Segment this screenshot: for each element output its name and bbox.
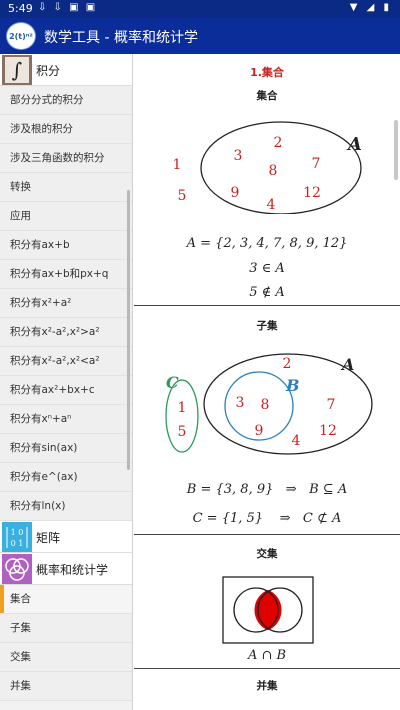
- probability-list: 集合 子集 交集 并集: [0, 585, 132, 701]
- svg-text:∫: ∫: [12, 58, 22, 82]
- section-divider: [134, 534, 400, 535]
- subset-equation-c: C = {1, 5} ⇒ C ⊄ A: [134, 511, 400, 526]
- subset-c-element: 1: [178, 400, 187, 416]
- category-matrix-label: 矩阵: [36, 531, 61, 545]
- union-title: 并集: [256, 680, 278, 692]
- sidebar-item[interactable]: 积分有e^(ax): [0, 463, 132, 492]
- sidebar-item[interactable]: 部分分式的积分: [0, 86, 132, 115]
- sidebar-item[interactable]: 涉及三角函数的积分: [0, 144, 132, 173]
- set-element: 3: [234, 148, 243, 164]
- sidebar-item[interactable]: 积分有x²-a²,x²>a²: [0, 318, 132, 347]
- subset-b-element: 9: [255, 423, 264, 439]
- set-label-a: A: [346, 134, 362, 155]
- status-bar: 5:49 ⇩ ⇩ ▣ ▣ ▼ ◢ ▮: [0, 0, 400, 18]
- sidebar-item[interactable]: 转换: [0, 173, 132, 202]
- sidebar-item[interactable]: 积分有xⁿ+aⁿ: [0, 405, 132, 434]
- notification-icons: ⇩ ⇩ ▣ ▣: [38, 2, 98, 13]
- sidebar-item[interactable]: 积分有ax+b和px+q: [0, 260, 132, 289]
- app-bar: 2(t)ⁿ² 数学工具 - 概率和统计学: [0, 18, 400, 54]
- subset-title: 子集: [256, 320, 278, 332]
- sidebar-item[interactable]: 积分有ax+b: [0, 231, 132, 260]
- sidebar-item[interactable]: 积分有sin(ax): [0, 434, 132, 463]
- implies-arrow: ⇒: [279, 511, 291, 526]
- category-integral-label: 积分: [36, 64, 61, 78]
- subset-eq-c-right: C ⊄ A: [302, 511, 342, 526]
- set-diagram: A 2 3 7 8 9 12 4 1 5: [173, 121, 362, 214]
- system-icons: ▼ ◢ ▮: [349, 2, 392, 13]
- sidebar-item[interactable]: 交集: [0, 643, 132, 672]
- subset-element: 12: [319, 423, 337, 439]
- content-scrollbar[interactable]: [394, 120, 398, 180]
- set-outside-element: 1: [173, 157, 182, 173]
- subset-c-element: 5: [178, 424, 187, 440]
- status-time: 5:49: [8, 2, 33, 15]
- sidebar[interactable]: ∫ 积分 部分分式的积分 涉及根的积分 涉及三角函数的积分 转换 应用 积分有a…: [0, 54, 133, 710]
- section-divider: [134, 305, 400, 306]
- subset-element: 7: [327, 397, 336, 413]
- section-divider: [134, 668, 400, 669]
- category-integral[interactable]: ∫ 积分: [0, 54, 132, 86]
- sidebar-item[interactable]: 涉及根的积分: [0, 115, 132, 144]
- matrix-icon: 1 0 0 1: [2, 522, 32, 552]
- set-element: 8: [269, 163, 278, 179]
- set-element: 12: [303, 185, 321, 201]
- sidebar-item[interactable]: 积分有ax²+bx+c: [0, 376, 132, 405]
- sidebar-item[interactable]: 子集: [0, 614, 132, 643]
- subset-eq-c-left: C = {1, 5}: [192, 511, 264, 526]
- category-matrix[interactable]: 1 0 0 1 矩阵: [0, 521, 132, 553]
- content-heading: 1.集合: [250, 66, 284, 79]
- venn-icon: [2, 554, 32, 584]
- implies-arrow: ⇒: [285, 482, 297, 497]
- subset-label-a: A: [340, 355, 354, 374]
- intersection-title: 交集: [256, 548, 278, 560]
- sidebar-item-selected[interactable]: 集合: [0, 585, 132, 614]
- app-logo-icon: 2(t)ⁿ²: [6, 22, 36, 50]
- set-non-membership: 5 ∉ A: [249, 285, 285, 300]
- content-panel[interactable]: 1.集合 集合 A 2 3 7 8 9 12 4 1 5 A = {2, 3, …: [134, 54, 400, 710]
- subset-equation-b: B = {3, 8, 9} ⇒ B ⊆ A: [134, 482, 400, 497]
- subset-label-c: C: [166, 373, 179, 392]
- subset-label-b: B: [285, 376, 300, 395]
- set-outside-element: 5: [178, 188, 187, 204]
- sidebar-item[interactable]: 积分有ln(x): [0, 492, 132, 521]
- integral-icon: ∫: [2, 55, 32, 85]
- sidebar-item[interactable]: 积分有x²-a²,x²<a²: [0, 347, 132, 376]
- matrix-icon-row1: 1 0: [11, 528, 24, 537]
- intersection-diagram: [222, 576, 314, 644]
- sidebar-item[interactable]: 并集: [0, 672, 132, 701]
- app-title: 数学工具 - 概率和统计学: [44, 30, 198, 46]
- sidebar-item[interactable]: 应用: [0, 202, 132, 231]
- set-title: 集合: [256, 90, 278, 102]
- subset-b-element: 8: [261, 397, 270, 413]
- set-element: 4: [267, 197, 276, 213]
- subset-diagram: A B C 2 7 12 4 3 8 9 1 5: [165, 353, 373, 455]
- category-probability-label: 概率和统计学: [36, 563, 109, 577]
- subset-eq-b-right: B ⊆ A: [309, 482, 348, 497]
- matrix-icon-row2: 0 1: [11, 539, 24, 548]
- subset-element: 2: [283, 356, 292, 372]
- set-element: 7: [312, 156, 321, 172]
- set-membership: 3 ∈ A: [249, 261, 285, 276]
- subset-b-element: 3: [236, 395, 245, 411]
- category-probability[interactable]: 概率和统计学: [0, 553, 132, 585]
- subset-eq-b-left: B = {3, 8, 9}: [186, 482, 274, 497]
- sidebar-scrollbar[interactable]: [127, 190, 130, 470]
- set-element: 2: [274, 135, 283, 151]
- set-equation: A = {2, 3, 4, 7, 8, 9, 12}: [186, 236, 348, 251]
- set-element: 9: [231, 185, 240, 201]
- subset-element: 4: [292, 433, 301, 449]
- integral-list: 部分分式的积分 涉及根的积分 涉及三角函数的积分 转换 应用 积分有ax+b 积…: [0, 86, 132, 521]
- sidebar-item[interactable]: 积分有x²+a²: [0, 289, 132, 318]
- intersection-caption: A ∩ B: [247, 648, 287, 663]
